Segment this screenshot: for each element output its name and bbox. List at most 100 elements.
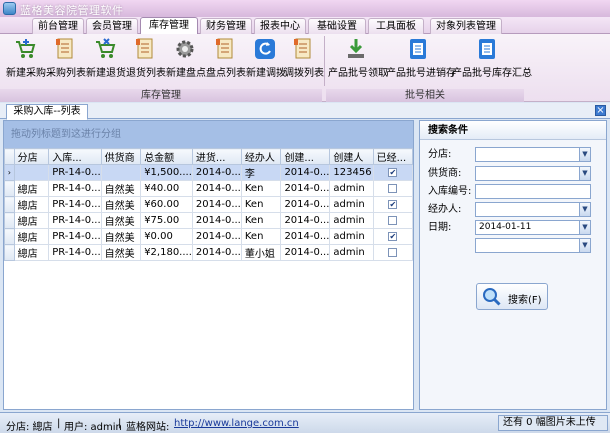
ribbon: 新建采购 采购列表 新建退货 退货列表 新建盘点 盘点列表 新建调拨 调拨列表 (0, 34, 610, 102)
date-end-select[interactable]: ▼ (475, 238, 591, 253)
cell: ¥0.00 (140, 228, 193, 245)
column-header-creator[interactable]: 创建人 (329, 148, 374, 165)
batch-stock-flow-button[interactable]: 产品批号进销存 (386, 36, 456, 86)
cell: 2014-0... (280, 244, 331, 261)
chevron-down-icon[interactable]: ▼ (579, 148, 590, 161)
new-return-button[interactable]: 新建退货 (86, 36, 126, 86)
cell: admin (329, 180, 374, 197)
table-row[interactable]: 總店 PR-14-0... 自然美 ¥75.00 2014-0... Ken 2… (4, 212, 414, 229)
done-checkbox-cell[interactable] (372, 212, 414, 229)
chevron-down-icon[interactable]: ▼ (579, 239, 590, 252)
date-label: 日期: (428, 222, 452, 233)
cell: 2014-0... (280, 212, 331, 229)
handler-select[interactable]: ▼ (475, 202, 591, 217)
done-checkbox-cell[interactable]: ✔ (372, 228, 414, 245)
cell: ¥1,500.... (140, 164, 193, 181)
done-checkbox-cell[interactable] (372, 244, 414, 261)
menu-tab-strip: 前台管理 会员管理 库存管理 财务管理 报表中心 基础设置 工具面板 对象列表管… (0, 17, 610, 35)
status-bar: 分店: 總店 | 用户: admin | 蓝格网站: http://www.la… (0, 412, 610, 433)
chevron-down-icon[interactable]: ▼ (579, 221, 590, 234)
done-checkbox-cell[interactable]: ✔ (372, 196, 414, 213)
cell: 2014-0... (191, 228, 242, 245)
branch-select[interactable]: ▼ (475, 147, 591, 162)
date-value: 2014-01-11 (479, 222, 532, 232)
done-checkbox[interactable] (388, 215, 398, 225)
cell: 2014-0... (280, 180, 331, 197)
transfer-list-button[interactable]: 调拨列表 (284, 36, 324, 86)
table-row[interactable]: 總店 PR-14-0... 自然美 ¥40.00 2014-0... Ken 2… (4, 180, 414, 197)
cell: Ken (240, 212, 282, 229)
cell: PR-14-0... (48, 164, 102, 181)
table-row[interactable]: 總店 PR-14-0... 自然美 ¥60.00 2014-0... Ken 2… (4, 196, 414, 213)
cell: 總店 (13, 180, 50, 197)
new-purchase-button[interactable]: 新建采购 (6, 36, 46, 86)
supplier-select[interactable]: ▼ (475, 166, 591, 181)
close-icon[interactable]: × (595, 105, 606, 116)
done-checkbox-cell[interactable] (372, 180, 414, 197)
return-list-button[interactable]: 退货列表 (126, 36, 166, 86)
magnifier-icon (483, 288, 501, 306)
cell: PR-14-0... (48, 244, 102, 261)
row-header (4, 212, 15, 229)
tab-tools[interactable]: 工具面板 (368, 18, 424, 34)
chevron-down-icon[interactable]: ▼ (579, 167, 590, 180)
batch-stock-summary-button[interactable]: 产品批号库存汇总 (452, 36, 532, 86)
done-checkbox-cell[interactable]: ✔ (372, 164, 414, 181)
tab-inventory[interactable]: 库存管理 (140, 17, 198, 35)
cell: 2014-0... (191, 244, 242, 261)
tab-reports[interactable]: 报表中心 (254, 18, 306, 34)
tab-member[interactable]: 会员管理 (86, 18, 138, 34)
cell: 自然美 (100, 244, 142, 261)
column-header-created-time[interactable]: 创建... (280, 148, 331, 165)
cell: 123456 (329, 164, 374, 181)
table-row[interactable]: 總店 PR-14-0... 自然美 ¥0.00 2014-0... Ken 20… (4, 228, 414, 245)
cell: 2014-0... (191, 180, 242, 197)
batch-receive-button[interactable]: 产品批号领取 (328, 36, 388, 86)
cell: 自然美 (100, 212, 142, 229)
website-link[interactable]: http://www.lange.com.cn (174, 418, 299, 429)
column-header-branch[interactable]: 分店 (13, 148, 50, 165)
stock-in-no-input[interactable] (475, 184, 591, 199)
purchase-list-button[interactable]: 采购列表 (46, 36, 86, 86)
column-header-stock-in-no[interactable]: 入库... (48, 148, 102, 165)
done-checkbox[interactable] (388, 183, 398, 193)
supplier-label: 供货商: (428, 168, 462, 179)
handler-label: 经办人: (428, 204, 462, 215)
column-header-handler[interactable]: 经办人 (240, 148, 282, 165)
done-checkbox[interactable]: ✔ (388, 231, 398, 241)
document-list-icon (136, 38, 153, 59)
tab-basic-settings[interactable]: 基础设置 (308, 18, 366, 34)
cell: 總店 (13, 212, 50, 229)
table-row[interactable]: 總店 PR-14-0... 自然美 ¥2,180.... 2014-0... 董… (4, 244, 414, 261)
tab-finance[interactable]: 财务管理 (200, 18, 252, 34)
date-select[interactable]: 2014-01-11 ▼ (475, 220, 591, 235)
new-stocktake-button[interactable]: 新建盘点 (166, 36, 206, 86)
cell: 2014-0... (191, 164, 242, 181)
cell: PR-14-0... (48, 212, 102, 229)
document-icon (479, 39, 495, 59)
column-header-purchase-date[interactable]: 进货... (191, 148, 242, 165)
ribbon-group-batch: 产品批号领取 产品批号进销存 产品批号库存汇总 批号相关 (326, 34, 532, 102)
tab-front-desk[interactable]: 前台管理 (32, 18, 84, 34)
done-checkbox[interactable]: ✔ (388, 199, 398, 209)
upload-status: 还有 0 幅图片未上传 (498, 415, 608, 431)
stocktake-list-button[interactable]: 盘点列表 (206, 36, 246, 86)
search-button[interactable]: 搜索(F) (476, 283, 548, 310)
done-checkbox[interactable] (388, 247, 398, 257)
done-checkbox[interactable]: ✔ (388, 167, 398, 177)
column-header-supplier[interactable]: 供货商 (100, 148, 142, 165)
group-by-area[interactable]: 拖动列标题到这进行分组 (4, 121, 413, 148)
search-panel: 搜索条件 (419, 120, 607, 410)
chevron-down-icon[interactable]: ▼ (579, 203, 590, 216)
cell: 自然美 (100, 180, 142, 197)
cart-add-icon (16, 39, 36, 58)
column-header-done[interactable]: 已经... (372, 148, 414, 165)
column-header-total[interactable]: 总金额 (140, 148, 193, 165)
gear-icon (176, 40, 194, 58)
document-list-icon (294, 38, 311, 59)
table-row[interactable]: › PR-14-0... ¥1,500.... 2014-0... 李 2014… (4, 164, 414, 181)
doc-tab-purchase-list[interactable]: 采购入库--列表 (6, 104, 88, 120)
new-transfer-button[interactable]: 新建调拨 (246, 36, 286, 86)
tab-object-list[interactable]: 对象列表管理 (430, 18, 502, 34)
cell: 自然美 (100, 228, 142, 245)
